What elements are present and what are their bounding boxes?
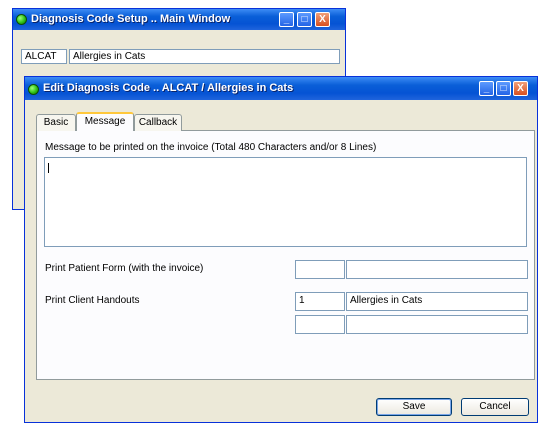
edit-window-titlebar[interactable]: Edit Diagnosis Code .. ALCAT / Allergies… — [25, 77, 537, 100]
edit-window-title: Edit Diagnosis Code .. ALCAT / Allergies… — [43, 82, 294, 94]
handout-2-desc-field[interactable] — [346, 315, 528, 334]
handout-2-code-field[interactable] — [295, 315, 345, 334]
close-icon[interactable]: X — [513, 81, 528, 96]
print-client-handouts-label: Print Client Handouts — [45, 295, 140, 306]
save-button[interactable]: Save — [376, 398, 452, 416]
handout-1-code-field[interactable]: 1 — [295, 292, 345, 311]
minimize-icon[interactable]: _ — [279, 12, 294, 27]
maximize-icon[interactable]: □ — [297, 12, 312, 27]
tab-basic[interactable]: Basic — [36, 114, 76, 131]
patient-form-desc-field[interactable] — [346, 260, 528, 279]
app-icon — [28, 84, 39, 95]
handout-1-desc-field[interactable]: Allergies in Cats — [346, 292, 528, 311]
close-icon[interactable]: X — [315, 12, 330, 27]
tab-callback[interactable]: Callback — [134, 114, 182, 131]
message-textarea[interactable] — [44, 157, 527, 247]
main-window-titlebar[interactable]: Diagnosis Code Setup .. Main Window _ □ … — [13, 9, 345, 30]
code-field[interactable]: ALCAT — [21, 49, 67, 64]
description-field[interactable]: Allergies in Cats — [69, 49, 340, 64]
cancel-button[interactable]: Cancel — [461, 398, 529, 416]
maximize-icon[interactable]: □ — [496, 81, 511, 96]
print-patient-form-label: Print Patient Form (with the invoice) — [45, 263, 204, 274]
text-cursor — [48, 163, 49, 173]
message-label: Message to be printed on the invoice (To… — [45, 142, 377, 153]
minimize-icon[interactable]: _ — [479, 81, 494, 96]
app-icon — [16, 14, 27, 25]
main-window-title: Diagnosis Code Setup .. Main Window — [31, 13, 231, 25]
patient-form-code-field[interactable] — [295, 260, 345, 279]
tab-message[interactable]: Message — [76, 112, 134, 131]
